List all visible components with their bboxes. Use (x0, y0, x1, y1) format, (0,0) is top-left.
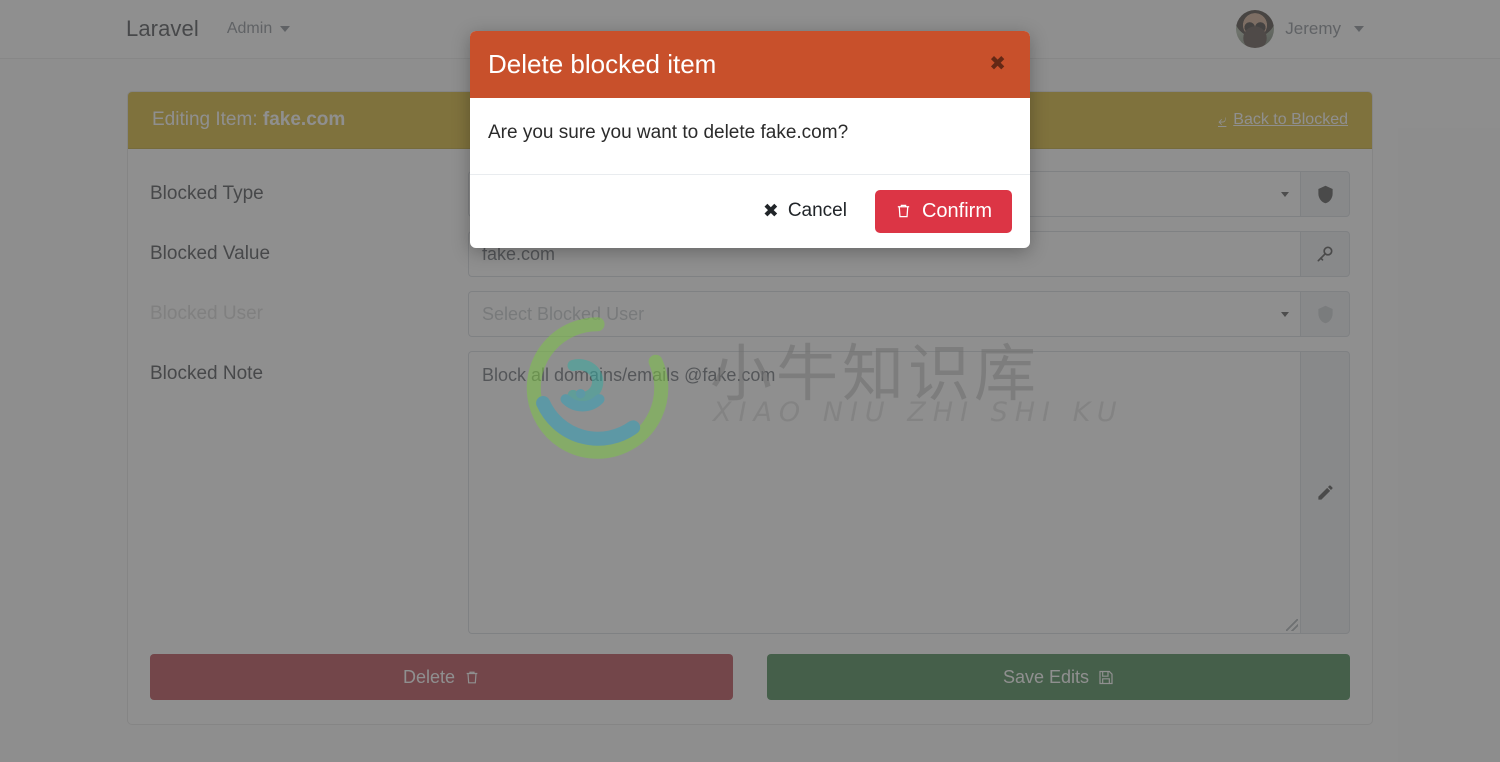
modal-title: Delete blocked item (488, 49, 717, 79)
close-icon[interactable]: ✖ (989, 50, 1008, 74)
confirm-button-label: Confirm (921, 199, 992, 222)
delete-confirmation-modal: Delete blocked item ✖ Are you sure you w… (470, 31, 1030, 248)
modal-header: Delete blocked item ✖ (470, 31, 1030, 98)
close-icon: ✖ (762, 200, 779, 222)
modal-body: Are you sure you want to delete fake.com… (488, 121, 849, 143)
trash-icon (897, 204, 910, 218)
cancel-button-label: Cancel (787, 200, 847, 222)
cancel-button[interactable]: ✖ Cancel (759, 194, 851, 229)
modal-footer: ✖ Cancel Confirm (470, 173, 1030, 248)
confirm-button[interactable]: Confirm (874, 189, 1012, 233)
